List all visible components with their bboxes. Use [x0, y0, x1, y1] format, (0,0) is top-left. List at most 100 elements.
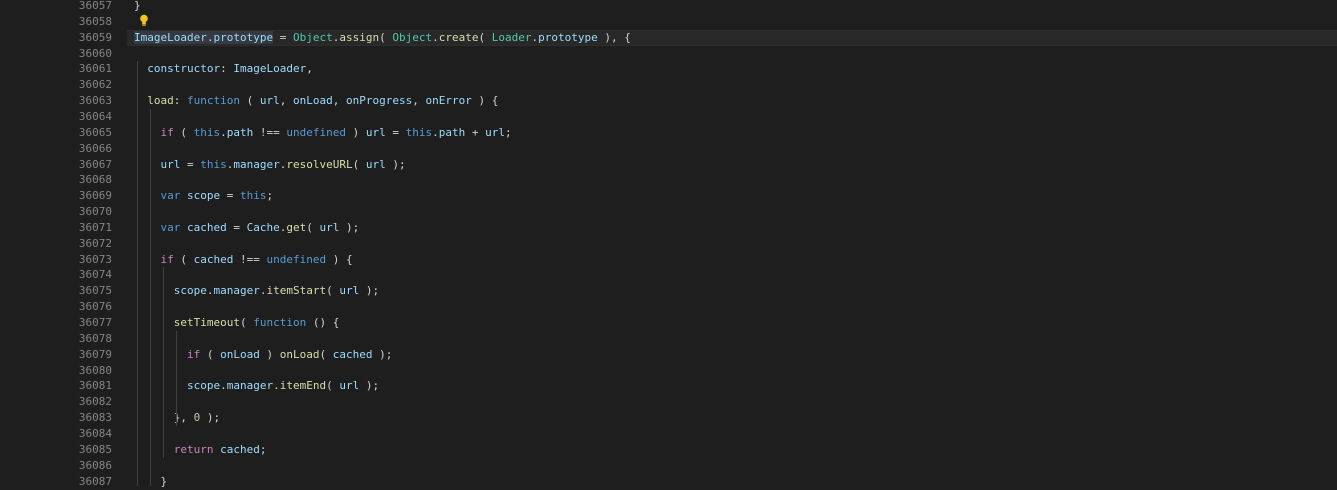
code-token: ; [266, 189, 274, 203]
code-line[interactable]: 36082 [0, 394, 1337, 410]
code-token: ); [339, 220, 360, 234]
line-number: 36059 [78, 30, 112, 44]
line-number: 36086 [78, 458, 112, 472]
code-token: cached [332, 347, 373, 361]
code-line[interactable]: 36070 [0, 204, 1337, 220]
code-token: ); [359, 379, 380, 393]
code-line[interactable]: 36086 [0, 458, 1337, 474]
code-token: ( [173, 125, 194, 139]
indent-guide [137, 61, 138, 486]
code-token: Object [292, 30, 333, 44]
code-text: return cached; [134, 442, 267, 458]
code-line[interactable]: 36079 if ( onLoad ) onLoad( cached ); [0, 347, 1337, 363]
code-text: url = this.manager.resolveURL( url ); [134, 157, 406, 173]
code-line[interactable]: 36060 [0, 46, 1337, 62]
code-line[interactable]: 36073 if ( cached !== undefined ) { [0, 252, 1337, 268]
line-number: 36064 [78, 109, 112, 123]
code-line[interactable]: 36077 setTimeout( function () { [0, 315, 1337, 331]
line-number: 36071 [78, 220, 112, 234]
line-number: 36082 [78, 395, 112, 409]
code-text: scope.manager.itemEnd( url ); [134, 378, 379, 394]
code-token: ImageLoader [233, 62, 307, 76]
line-number: 36084 [78, 426, 112, 440]
line-number: 36079 [78, 347, 112, 361]
indent-guide [176, 330, 177, 426]
code-token: function [253, 316, 307, 329]
code-token: assign [339, 30, 380, 44]
code-token: var [160, 220, 181, 234]
code-token: cached [220, 442, 260, 456]
code-line[interactable]: 36071 var cached = Cache.get( url ); [0, 220, 1337, 236]
code-token: url [339, 379, 360, 393]
lightbulb-icon[interactable] [139, 14, 149, 26]
code-line[interactable]: 36067 url = this.manager.resolveURL( url… [0, 157, 1337, 173]
code-token: ; [504, 125, 512, 139]
code-token: ), { [597, 30, 631, 44]
line-number: 36062 [78, 78, 112, 92]
code-line[interactable]: 36058 [0, 14, 1337, 30]
code-token: if [160, 252, 174, 266]
code-editor[interactable]: 36057} 36058 36059 ImageLoader.prototype = … [0, 0, 1337, 488]
code-token: ( [326, 379, 340, 393]
code-token: , [332, 94, 346, 108]
code-text: if ( cached !== undefined ) { [134, 252, 353, 268]
code-token: onLoad [220, 347, 260, 361]
line-number: 36069 [78, 189, 112, 203]
code-token: Cache [246, 220, 280, 234]
code-token: ( [352, 157, 366, 171]
code-token: resolveURL [286, 157, 353, 171]
code-line[interactable]: 36069 var scope = this; [0, 188, 1337, 204]
code-line[interactable]: 36076 [0, 299, 1337, 315]
code-token: onProgress [345, 94, 413, 108]
code-token: manager [213, 284, 260, 298]
line-number: 36087 [78, 474, 112, 488]
code-token: : [173, 94, 187, 108]
code-line[interactable]: 36062 [0, 77, 1337, 93]
code-token: . [273, 379, 280, 393]
line-number: 36083 [78, 411, 112, 425]
line-number: 36072 [78, 236, 112, 250]
code-line[interactable]: 36072 [0, 236, 1337, 252]
code-line[interactable]: 36078 [0, 331, 1337, 347]
code-line[interactable]: 36083 }, 0 ); [0, 410, 1337, 426]
code-token: !== [253, 125, 287, 139]
code-line[interactable]: 36061 constructor: ImageLoader, [0, 61, 1337, 77]
code-line[interactable]: 36066 [0, 141, 1337, 157]
code-token: url [365, 157, 386, 171]
code-line[interactable]: 36059 ImageLoader.prototype = Object.assi… [0, 29, 1337, 46]
line-number: 36061 [78, 62, 112, 76]
code-token: if [186, 347, 201, 361]
code-line[interactable]: 36068 [0, 172, 1337, 188]
code-token: itemStart [266, 284, 327, 298]
code-token: var [160, 189, 181, 203]
code-token: itemEnd [279, 379, 327, 393]
code-token: Loader [491, 30, 532, 44]
code-text: } [134, 0, 141, 14]
code-token: ); [359, 284, 380, 298]
code-token: } [134, 0, 141, 12]
code-token: create [438, 30, 479, 44]
code-line[interactable]: 36084 [0, 426, 1337, 442]
code-line[interactable]: 36087 } [0, 474, 1337, 490]
code-line[interactable]: 36057} [0, 0, 1337, 14]
code-token: : [220, 62, 234, 76]
code-token: if [160, 125, 174, 139]
code-line[interactable]: 36063 load: function ( url, onLoad, onPr… [0, 93, 1337, 109]
code-token: scope [173, 284, 207, 298]
code-line[interactable]: 36065 if ( this.path !== undefined ) url… [0, 125, 1337, 141]
line-number: 36065 [78, 125, 112, 139]
code-line[interactable]: 36064 [0, 109, 1337, 125]
code-token: manager [226, 379, 274, 393]
code-line[interactable]: 36081 scope.manager.itemEnd( url ); [0, 378, 1337, 394]
code-text: if ( onLoad ) onLoad( cached ); [134, 347, 392, 363]
code-line[interactable]: 36074 [0, 267, 1337, 283]
code-line[interactable]: 36080 [0, 363, 1337, 379]
code-line[interactable]: 36075 scope.manager.itemStart( url ); [0, 283, 1337, 299]
code-line[interactable]: 36085 return cached; [0, 442, 1337, 458]
code-token: return [173, 442, 214, 456]
code-token: this [240, 189, 267, 203]
